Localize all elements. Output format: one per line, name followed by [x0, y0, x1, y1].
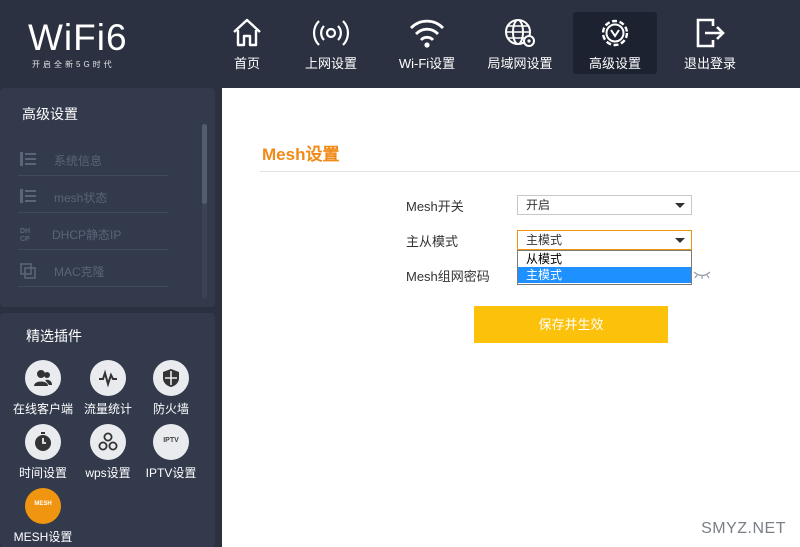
- nav-logout[interactable]: 退出登录: [668, 12, 752, 74]
- sidebar-title: 高级设置: [22, 106, 78, 122]
- svg-text:DH: DH: [20, 228, 30, 235]
- svg-text:CP: CP: [20, 236, 30, 242]
- title-divider: [260, 171, 800, 172]
- nav-label: 局域网设置: [487, 56, 553, 71]
- dhcp-icon: DH CP: [20, 228, 30, 242]
- nav-label: 上网设置: [304, 56, 357, 71]
- nav-label: 高级设置: [588, 56, 641, 71]
- shield-icon: [153, 360, 189, 396]
- mode-dropdown-list: 从模式 主模式: [517, 250, 692, 285]
- plugin-firewall[interactable]: 防火墙: [136, 360, 206, 417]
- nav-label: 首页: [233, 56, 260, 71]
- mesh-switch-select[interactable]: 开启: [517, 195, 692, 215]
- watermark-text: SMYZ.NET: [701, 520, 786, 537]
- plugin-label: MESH设置: [13, 530, 73, 544]
- nav-lan-settings[interactable]: 局域网设置: [478, 12, 562, 74]
- clone-icon: [20, 263, 36, 279]
- sidebar-item-dhcp-static-ip[interactable]: DH CP DHCP静态IP: [18, 214, 168, 250]
- logo-tagline: 开启全新5G时代: [32, 60, 115, 69]
- sidebar-scrollbar-thumb[interactable]: [202, 124, 207, 204]
- plugin-wps-settings[interactable]: wps设置: [73, 424, 143, 481]
- mesh-password-label: Mesh组网密码: [406, 269, 490, 284]
- plugin-label: IPTV设置: [145, 466, 197, 480]
- nav-advanced-settings[interactable]: 高级设置: [573, 12, 657, 74]
- clock-icon: [25, 424, 61, 460]
- nav-label: 退出登录: [683, 56, 736, 71]
- plugin-mesh-settings[interactable]: MESH MESH设置: [8, 488, 78, 545]
- lan-globe-icon: [505, 19, 535, 47]
- mesh-icon: MESH: [25, 488, 61, 524]
- brand-logo: WiFi6 开启全新5G时代: [28, 18, 128, 70]
- plugin-time-settings[interactable]: 时间设置: [8, 424, 78, 481]
- list-icon: [20, 152, 36, 166]
- mode-option-master[interactable]: 主模式: [518, 267, 691, 283]
- sidebar-item-label: mesh状态: [54, 191, 108, 205]
- plugin-iptv-settings[interactable]: IPTV IPTV设置: [136, 424, 206, 481]
- sidebar-item-label: 系统信息: [54, 154, 103, 168]
- chevron-down-icon: [675, 203, 685, 208]
- mesh-badge-text: MESH: [34, 501, 52, 507]
- mode-value: 主模式: [526, 233, 563, 247]
- chevron-down-icon: [675, 238, 685, 243]
- plugin-label: wps设置: [85, 466, 131, 480]
- home-icon: [233, 18, 261, 47]
- sidebar-item-mesh-status[interactable]: mesh状态: [18, 177, 168, 213]
- signal-icon: [312, 20, 350, 46]
- plugin-label: 防火墙: [152, 402, 189, 416]
- save-apply-button[interactable]: 保存并生效: [474, 306, 668, 343]
- mesh-switch-value: 开启: [526, 198, 551, 212]
- top-header: WiFi6 开启全新5G时代 首页 上网设置 Wi-Fi设置 局域网设置 高级设…: [0, 0, 800, 86]
- sidebar-item-label: DHCP静态IP: [52, 228, 122, 242]
- mode-label: 主从模式: [406, 234, 459, 249]
- sidebar-item-system-info[interactable]: 系统信息: [18, 140, 168, 176]
- list-icon: [20, 189, 36, 203]
- eye-closed-icon[interactable]: [692, 270, 712, 280]
- plugins-panel: 精选插件 在线客户端 流量统计 防火墙 时间设置 wps设置 IPTV IPTV…: [0, 313, 215, 547]
- mode-select[interactable]: 主模式: [517, 230, 692, 250]
- logo-text: WiFi6: [28, 17, 128, 58]
- logout-icon: [696, 18, 725, 48]
- nav-wifi-settings[interactable]: Wi-Fi设置: [385, 12, 469, 74]
- advanced-settings-panel: 高级设置 系统信息 mesh状态 DH CP DHCP静态IP MAC克隆: [0, 88, 215, 307]
- plugin-label: 流量统计: [83, 402, 132, 416]
- plugin-traffic-stats[interactable]: 流量统计: [73, 360, 143, 417]
- traffic-icon: [90, 360, 126, 396]
- mode-option-slave[interactable]: 从模式: [518, 251, 691, 267]
- iptv-icon: IPTV: [153, 424, 189, 460]
- plugin-label: 时间设置: [18, 466, 67, 480]
- page-title: Mesh设置: [262, 145, 340, 164]
- plugins-title: 精选插件: [26, 328, 82, 344]
- gear-icon: [601, 19, 629, 47]
- iptv-badge-text: IPTV: [163, 437, 179, 444]
- mesh-switch-label: Mesh开关: [406, 199, 464, 214]
- wifi-icon: [409, 19, 445, 48]
- nav-internet-settings[interactable]: 上网设置: [289, 12, 373, 74]
- sidebar-item-label: MAC克隆: [54, 265, 105, 279]
- nav-home[interactable]: 首页: [205, 12, 289, 74]
- main-content: Mesh设置 Mesh开关 开启 主从模式 主模式 从模式 主模式 Mesh组网…: [222, 88, 800, 547]
- nav-label: Wi-Fi设置: [398, 56, 456, 71]
- wps-icon: [90, 424, 126, 460]
- users-icon: [25, 360, 61, 396]
- plugin-online-clients[interactable]: 在线客户端: [8, 360, 78, 417]
- sidebar-item-mac-clone[interactable]: MAC克隆: [18, 251, 168, 287]
- plugin-label: 在线客户端: [12, 402, 73, 416]
